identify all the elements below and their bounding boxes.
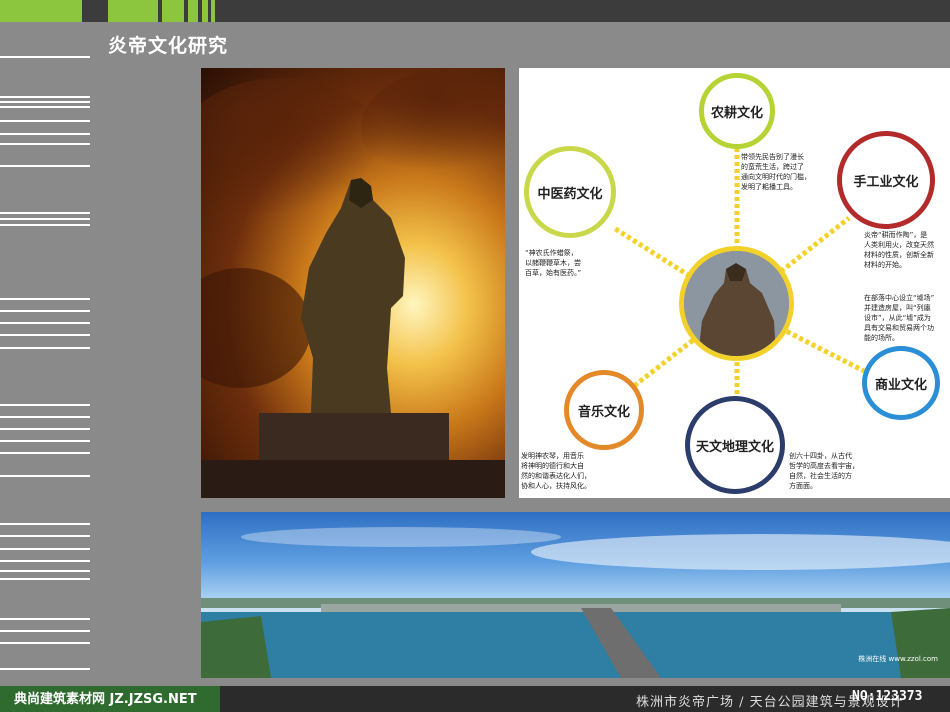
- panorama-caption: 株洲在线 www.zzol.com: [858, 655, 938, 663]
- desc-farming: 带领先民告别了漫长 的蛮荒生活，跨过了 通向文明时代的门槛， 发明了耜播工具。: [741, 153, 811, 191]
- watermark-left: 典尚建筑素材网 JZ.JZSG.NET: [14, 692, 197, 707]
- node-commerce-label: 商业文化: [874, 377, 927, 393]
- desc-astronomy: 创六十四卦，从古代 哲学的高度去看宇宙， 自然，社会生活的方 方面面。: [789, 452, 859, 490]
- node-music: 音乐文化: [564, 370, 644, 450]
- node-astronomy-label: 天文地理文化: [695, 439, 774, 455]
- accent-block-6: [211, 0, 215, 22]
- accent-block-1: [0, 0, 82, 22]
- node-farming: 农耕文化: [699, 73, 775, 149]
- node-medicine: 中医药文化: [524, 146, 616, 238]
- accent-block-5: [202, 0, 208, 22]
- page-title: 炎帝文化研究: [108, 35, 229, 57]
- river-city-icon: [201, 527, 950, 678]
- node-astronomy: 天文地理文化: [685, 396, 785, 494]
- statue-silhouette-icon: [201, 68, 505, 498]
- desc-handicraft: 炎帝“耕而作陶”，是 人类利用火，改变天然 材料的性质，创新全新 材料的开始。: [864, 231, 934, 269]
- accent-block-2: [108, 0, 158, 22]
- desc-medicine: “神农氏作蜡祭， 以赭鞭鞭草木，尝 百草，始有医药。”: [525, 249, 582, 277]
- node-handicraft: 手工业文化: [837, 131, 935, 229]
- accent-block-3: [162, 0, 184, 22]
- accent-block-4: [188, 0, 198, 22]
- node-music-label: 音乐文化: [577, 404, 630, 420]
- desc-commerce: 在部落中心设立“墟场” 并建造房屋，叫“列廛 设市”，从此“墟”成为 具有交易和…: [864, 294, 935, 342]
- center-statue-node: [679, 246, 794, 361]
- code-number: NO:123373: [852, 689, 923, 704]
- node-handicraft-label: 手工业文化: [853, 174, 919, 190]
- desc-music: 发明神农琴，用音乐 将神明的德行和大自 然的和谐表达化人们， 协和人心，扶持风化…: [521, 452, 591, 490]
- node-commerce: 商业文化: [862, 346, 940, 420]
- node-medicine-label: 中医药文化: [537, 186, 603, 202]
- culture-diagram: 农耕文化 手工业文化 中医药文化 商业文化 音乐文化 天文地理文化 带领先民告别…: [519, 68, 950, 498]
- statue-photo: [201, 68, 505, 498]
- city-panorama-photo: 株洲在线 www.zzol.com: [201, 512, 950, 678]
- node-farming-label: 农耕文化: [710, 105, 763, 121]
- statue-portrait-icon: [684, 251, 789, 356]
